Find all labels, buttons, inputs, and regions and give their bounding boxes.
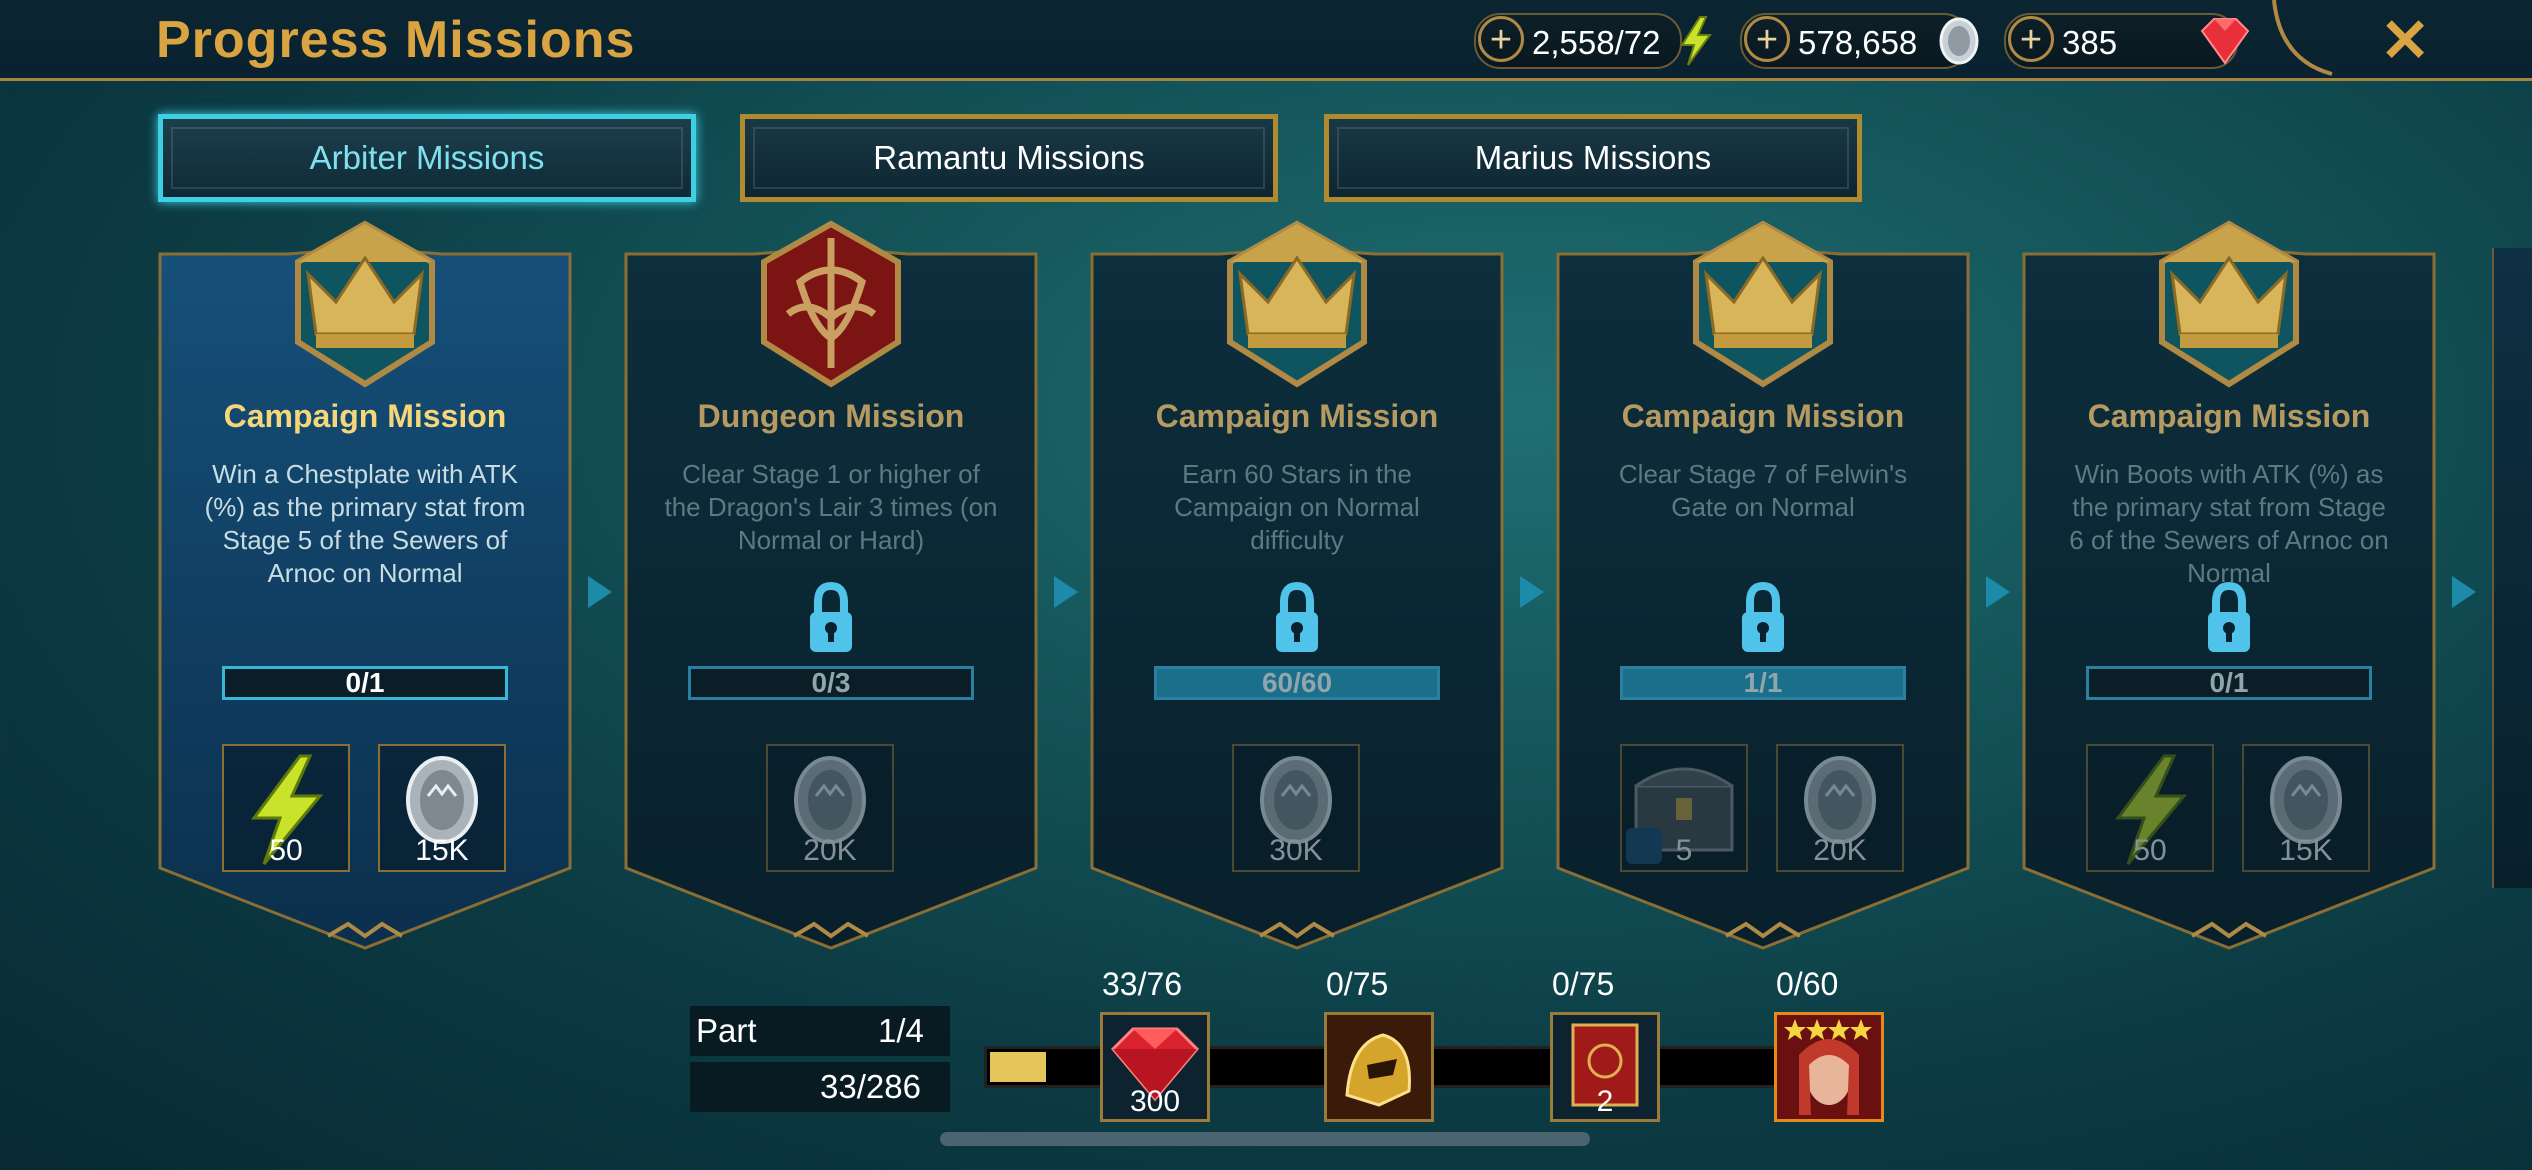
corner-ornament-icon: [2272, 0, 2333, 76]
close-icon[interactable]: ✕: [2380, 6, 2430, 76]
gem-resource[interactable]: + 385: [2004, 13, 2250, 69]
milestone-4-reward[interactable]: [1774, 1012, 1884, 1122]
lock-icon: [810, 582, 852, 652]
chevron-right-icon: [1520, 576, 1544, 608]
crown-emblem-icon: [1693, 220, 1833, 388]
reward-amount: 20K: [1813, 834, 1867, 867]
mission-description: Clear Stage 1 or higher of the Dragon's …: [664, 459, 998, 555]
reward-item[interactable]: 20K: [766, 744, 894, 872]
reward-amount: 15K: [2279, 834, 2333, 867]
mission-progress-bar: 60/60: [1154, 666, 1440, 700]
mission-description: Win a Chestplate with ATK (%) as the pri…: [204, 459, 526, 588]
mission-card[interactable]: Campaign Mission Earn 60 Stars in the Cam…: [1090, 220, 1504, 950]
milestone-1-amount: 300: [1129, 1085, 1181, 1118]
crown-emblem-icon: [2159, 220, 2299, 388]
next-card-edge: [2492, 248, 2532, 888]
part-progress-fill: [990, 1052, 1046, 1082]
gem-value: 385: [2062, 24, 2118, 61]
mission-progress-text: 0/3: [811, 667, 851, 698]
part-value: 1/4: [878, 1012, 924, 1049]
silver-resource[interactable]: + 578,658: [1740, 13, 1979, 69]
mission-card[interactable]: Campaign Mission Clear Stage 7 of Felwin'…: [1556, 220, 1970, 950]
horizontal-scrollbar[interactable]: [940, 1132, 1590, 1146]
lock-icon: [2208, 582, 2250, 652]
chevron-right-icon: [2452, 576, 2476, 608]
chevron-right-icon: [588, 576, 612, 608]
lock-icon: [1276, 582, 1318, 652]
energy-value: 2,558/72: [1532, 24, 1661, 61]
reward-item[interactable]: 15K: [2242, 744, 2370, 872]
mission-description: Clear Stage 7 of Felwin's Gate on Normal: [1618, 459, 1908, 522]
ruby-gem-icon: [2200, 18, 2250, 65]
mission-progress-bar: 1/1: [1620, 666, 1906, 700]
milestone-4-count: 0/60: [1776, 966, 1839, 1002]
reward-item[interactable]: 5: [1620, 744, 1748, 872]
mission-progress-text: 0/1: [2209, 667, 2249, 698]
mission-progress-bar: 0/3: [688, 666, 974, 700]
mission-card[interactable]: Campaign Mission Win Boots with ATK (%) a…: [2022, 220, 2436, 950]
mission-progress-bar: 0/1: [222, 666, 508, 700]
reward-item[interactable]: 50: [222, 744, 350, 872]
milestone-2-count: 0/75: [1326, 966, 1389, 1002]
mission-title: Campaign Mission: [2087, 398, 2371, 434]
chevron-right-icon: [1054, 576, 1078, 608]
mission-progress-text: 60/60: [1261, 667, 1333, 698]
mission-progress-text: 1/1: [1743, 667, 1783, 698]
reward-amount: 20K: [803, 834, 857, 867]
mission-card[interactable]: Campaign Mission Win a Chestplate with AT…: [158, 220, 572, 950]
milestone-3-reward[interactable]: 2: [1550, 1012, 1660, 1122]
tab-arbiter-missions[interactable]: Arbiter Missions: [158, 114, 696, 202]
add-silver-button[interactable]: +: [1744, 16, 1790, 62]
reward-amount: 15K: [415, 834, 469, 867]
tab-ramantu-missions[interactable]: Ramantu Missions: [740, 114, 1278, 202]
mission-title: Campaign Mission: [1621, 398, 1905, 434]
mission-progress-bar: 0/1: [2086, 666, 2372, 700]
mission-description: Win Boots with ATK (%) as the primary st…: [2069, 459, 2389, 588]
part-total: 33/286: [820, 1068, 921, 1105]
reward-item[interactable]: 50: [2086, 744, 2214, 872]
reward-amount: 30K: [1269, 834, 1323, 867]
reward-amount: 50: [269, 834, 303, 867]
crown-emblem-icon: [295, 220, 435, 388]
tab-marius-missions[interactable]: Marius Missions: [1324, 114, 1862, 202]
add-energy-button[interactable]: +: [1478, 16, 1524, 62]
reward-item[interactable]: 30K: [1232, 744, 1360, 872]
reward-item[interactable]: 20K: [1776, 744, 1904, 872]
milestone-3-count: 0/75: [1552, 966, 1615, 1002]
milestone-3-amount: 2: [1596, 1085, 1614, 1118]
reward-amount: 50: [2133, 834, 2167, 867]
crown-emblem-icon: [1227, 220, 1367, 388]
reward-amount: 5: [1675, 834, 1693, 867]
energy-resource[interactable]: + 2,558/72: [1474, 13, 1712, 69]
champion-portrait-icon: [1777, 1015, 1881, 1119]
mission-title: Dungeon Mission: [697, 398, 965, 434]
part-label: Part: [696, 1012, 757, 1049]
silver-value: 578,658: [1798, 24, 1918, 61]
milestone-2-reward[interactable]: [1324, 1012, 1434, 1122]
lock-icon: [1742, 582, 1784, 652]
energy-icon: [1680, 16, 1712, 66]
page-title: Progress Missions: [156, 11, 636, 69]
mission-progress-text: 0/1: [345, 667, 385, 698]
mission-description: Earn 60 Stars in the Campaign on Normal …: [1174, 459, 1420, 555]
mission-card[interactable]: Dungeon Mission Clear Stage 1 or higher o…: [624, 220, 1038, 950]
dragon-emblem-icon: [761, 220, 901, 388]
golden-helmet-icon: [1327, 1015, 1431, 1119]
add-gems-button[interactable]: +: [2008, 16, 2054, 62]
mission-title: Campaign Mission: [1155, 398, 1439, 434]
silver-coin-icon: [1939, 17, 1979, 65]
chevron-right-icon: [1986, 576, 2010, 608]
mission-title: Campaign Mission: [223, 398, 507, 434]
reward-item[interactable]: 15K: [378, 744, 506, 872]
milestone-1-count: 33/76: [1102, 966, 1183, 1002]
milestone-1-reward[interactable]: 300: [1100, 1012, 1210, 1122]
